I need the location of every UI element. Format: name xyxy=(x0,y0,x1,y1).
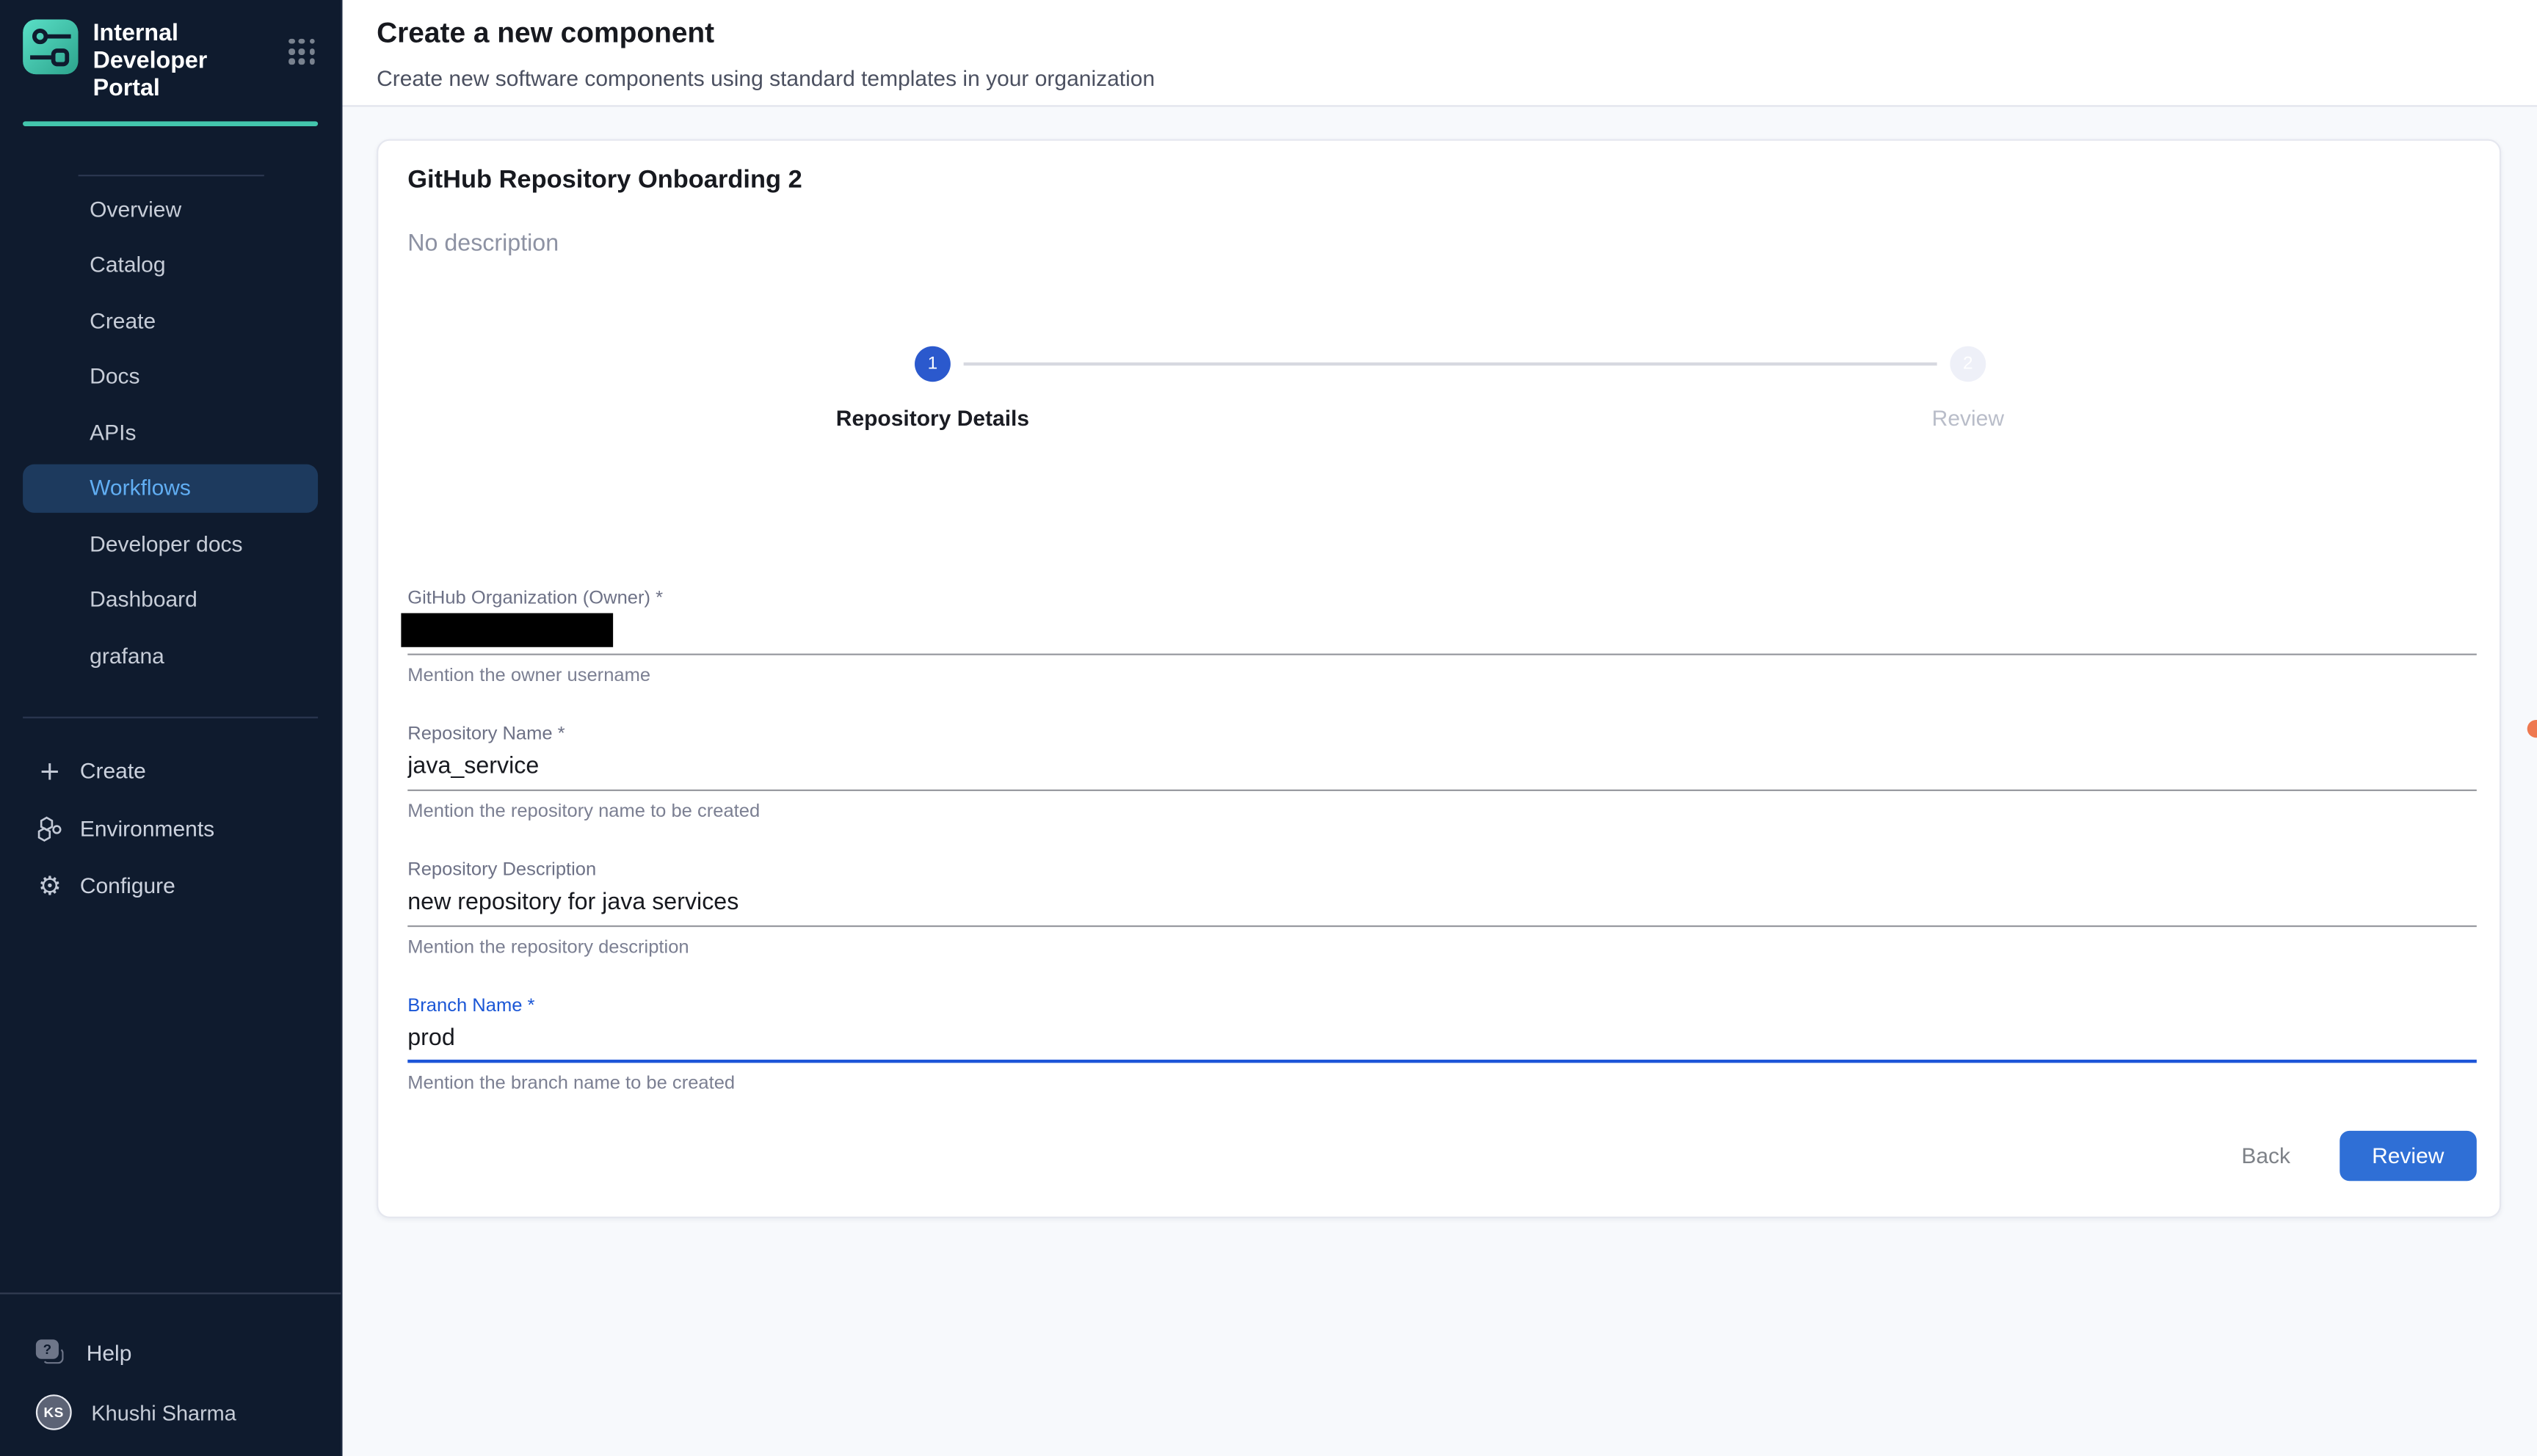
hexagons-icon xyxy=(36,815,64,842)
github-organization-input[interactable] xyxy=(407,610,2477,655)
sidebar: Internal Developer Portal Overview Catal… xyxy=(0,0,342,1456)
sidebar-item-grafana[interactable]: grafana xyxy=(23,631,318,680)
sidebar-footer-divider xyxy=(0,1292,341,1294)
review-button[interactable]: Review xyxy=(2340,1131,2477,1181)
page-subtitle: Create new software components using sta… xyxy=(377,66,2537,90)
sidebar-item-create[interactable]: Create xyxy=(23,296,318,344)
repository-details-form: GitHub Organization (Owner) * Mention th… xyxy=(407,587,2477,1095)
help-label: Help xyxy=(87,1341,132,1365)
apps-grid-icon[interactable] xyxy=(289,39,315,65)
field-label: Repository Description xyxy=(407,859,2477,882)
help-chat-icon: ? xyxy=(36,1339,67,1366)
brand-title: Internal Developer Portal xyxy=(93,21,276,103)
action-label: Configure xyxy=(80,873,175,898)
workflow-title: GitHub Repository Onboarding 2 xyxy=(407,167,2477,196)
user-name: Khushi Sharma xyxy=(91,1400,236,1424)
content-area: GitHub Repository Onboarding 2 No descri… xyxy=(342,106,2537,1456)
teal-accent-rule xyxy=(23,121,318,126)
step-circle-repository-details[interactable]: 1 xyxy=(915,346,951,382)
field-repository-description: Repository Description Mention the repos… xyxy=(407,859,2477,960)
back-button[interactable]: Back xyxy=(2229,1134,2304,1178)
sidebar-item-developer-docs[interactable]: Developer docs xyxy=(23,520,318,568)
main-area: Create a new component Create new softwa… xyxy=(342,0,2537,1456)
page-header: Create a new component Create new softwa… xyxy=(342,0,2537,106)
step-label-review: Review xyxy=(1789,406,2148,430)
gear-icon: ⚙ xyxy=(36,873,64,898)
sidebar-item-catalog[interactable]: Catalog xyxy=(23,240,318,288)
sidebar-section-divider xyxy=(23,716,318,717)
stepper: 1 2 Repository Details Review xyxy=(407,346,2477,434)
sidebar-action-environments[interactable]: Environments xyxy=(0,802,341,854)
sidebar-nav: Overview Catalog Create Docs APIs Workfl… xyxy=(0,184,341,686)
form-actions: Back Review xyxy=(407,1131,2477,1181)
sidebar-item-dashboard[interactable]: Dashboard xyxy=(23,575,318,624)
field-helper: Mention the owner username xyxy=(407,665,2477,688)
step-label-repository-details: Repository Details xyxy=(753,406,1112,430)
action-label: Create xyxy=(80,759,146,783)
plus-icon: + xyxy=(36,758,64,784)
sidebar-item-docs[interactable]: Docs xyxy=(23,352,318,400)
sidebar-action-create[interactable]: + Create xyxy=(0,745,341,797)
sidebar-item-apis[interactable]: APIs xyxy=(23,408,318,456)
repository-description-input[interactable] xyxy=(407,881,2477,927)
user-menu[interactable]: KS Khushi Sharma xyxy=(0,1394,341,1430)
repository-name-input[interactable] xyxy=(407,746,2477,791)
step-connector xyxy=(964,363,1937,365)
avatar: KS xyxy=(36,1394,72,1430)
brand: Internal Developer Portal xyxy=(0,0,341,103)
sidebar-item-overview[interactable]: Overview xyxy=(23,184,318,233)
field-repository-name: Repository Name * Mention the repository… xyxy=(407,723,2477,823)
field-helper: Mention the repository description xyxy=(407,936,2477,959)
field-helper: Mention the branch name to be created xyxy=(407,1073,2477,1096)
sidebar-actions: + Create Environments ⚙ Configure xyxy=(0,745,341,917)
redaction-overlay xyxy=(401,613,613,647)
field-label: GitHub Organization (Owner) * xyxy=(407,587,2477,610)
workflow-description: No description xyxy=(407,231,2477,257)
field-label: Branch Name * xyxy=(407,995,2477,1018)
workflow-card: GitHub Repository Onboarding 2 No descri… xyxy=(377,139,2501,1218)
help-button[interactable]: ? Help xyxy=(0,1339,341,1366)
action-label: Environments xyxy=(80,816,214,840)
sidebar-action-configure[interactable]: ⚙ Configure xyxy=(0,860,341,912)
page-title: Create a new component xyxy=(377,16,2537,50)
branch-name-input[interactable] xyxy=(407,1018,2477,1063)
field-branch-name: Branch Name * Mention the branch name to… xyxy=(407,995,2477,1096)
field-label: Repository Name * xyxy=(407,723,2477,746)
nav-divider xyxy=(78,175,264,176)
field-helper: Mention the repository name to be create… xyxy=(407,801,2477,823)
sidebar-item-workflows[interactable]: Workflows xyxy=(23,464,318,512)
app-root: Internal Developer Portal Overview Catal… xyxy=(0,0,2537,1456)
field-github-organization: GitHub Organization (Owner) * Mention th… xyxy=(407,587,2477,688)
step-circle-review[interactable]: 2 xyxy=(1950,346,1986,382)
portal-logo-icon xyxy=(23,19,79,74)
